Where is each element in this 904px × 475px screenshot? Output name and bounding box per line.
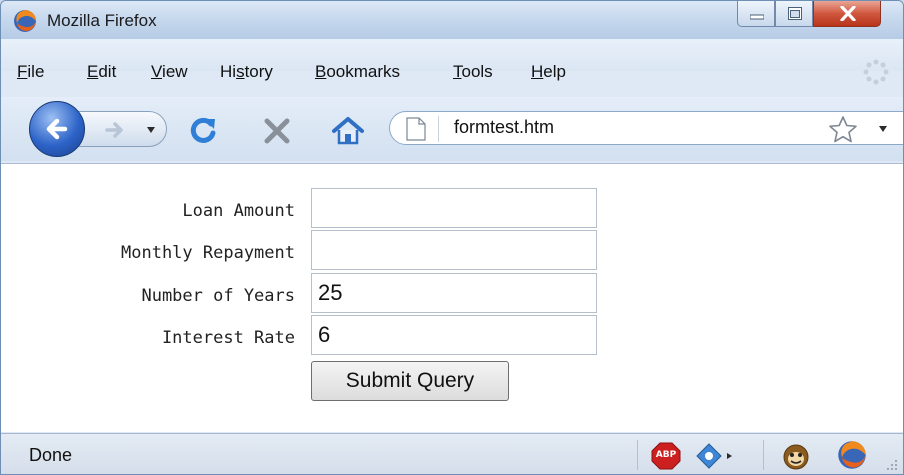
reload-icon[interactable] <box>187 115 219 147</box>
loan-amount-input[interactable] <box>311 188 597 228</box>
menu-bar <box>1 39 903 71</box>
menu-bookmarks-accel: B <box>315 62 327 81</box>
title-bar: Mozilla Firefox <box>1 1 903 39</box>
menu-help-label: elp <box>543 62 566 81</box>
navigation-toolbar: formtest.htm <box>1 97 903 161</box>
firefox-status-icon[interactable] <box>837 440 867 470</box>
submit-query-button[interactable]: Submit Query <box>311 361 509 401</box>
loan-amount-label: Loan Amount <box>182 201 295 221</box>
years-input[interactable] <box>311 273 597 313</box>
close-icon <box>840 6 856 21</box>
monthly-repayment-input[interactable] <box>311 230 597 270</box>
close-button[interactable] <box>813 1 881 27</box>
monthly-repayment-label: Monthly Repayment <box>121 243 295 263</box>
menu-help[interactable]: Help <box>531 62 566 82</box>
url-dropdown-icon[interactable] <box>878 125 888 133</box>
stop-icon[interactable] <box>261 115 293 147</box>
back-button[interactable] <box>29 101 85 157</box>
forward-arrow-icon <box>105 122 123 138</box>
history-dropdown-icon[interactable] <box>146 126 156 134</box>
bookmark-star-icon[interactable] <box>828 115 858 143</box>
menu-history-prefix: Hi <box>220 62 237 81</box>
status-separator <box>637 440 638 470</box>
menu-file-label: ile <box>27 62 45 81</box>
menu-history[interactable]: History <box>220 62 273 82</box>
back-arrow-icon <box>46 118 68 140</box>
menu-edit-accel: E <box>87 62 99 81</box>
flash-icon[interactable] <box>695 442 735 470</box>
url-text[interactable]: formtest.htm <box>454 117 554 138</box>
page-content: Loan Amount Monthly Repayment Number of … <box>1 163 903 432</box>
maximize-button[interactable] <box>775 1 813 27</box>
minimize-button[interactable] <box>737 1 775 27</box>
interest-rate-input[interactable] <box>311 315 597 355</box>
menu-tools-label: ools <box>461 62 493 81</box>
throbber-icon <box>863 59 889 85</box>
menu-file[interactable]: File <box>17 62 44 82</box>
menu-bookmarks[interactable]: Bookmarks <box>315 62 400 82</box>
browser-window: Mozilla Firefox File Edit View History B… <box>0 0 904 475</box>
menu-bookmarks-label: ookmarks <box>326 62 401 81</box>
menu-view[interactable]: View <box>151 62 188 82</box>
status-text: Done <box>29 445 73 465</box>
menu-view-accel: V <box>151 62 163 81</box>
resize-grip-icon[interactable] <box>885 458 899 472</box>
menu-tools-accel: T <box>453 62 462 81</box>
menu-edit[interactable]: Edit <box>87 62 116 82</box>
menu-edit-label: dit <box>98 62 117 81</box>
home-icon[interactable] <box>331 115 365 147</box>
menu-view-label: iew <box>162 62 188 81</box>
menu-tools[interactable]: Tools <box>453 62 493 82</box>
url-bar[interactable]: formtest.htm <box>389 111 903 145</box>
window-title: Mozilla Firefox <box>47 11 157 30</box>
menu-file-accel: F <box>17 62 28 81</box>
forward-button[interactable] <box>75 111 167 147</box>
menu-history-label: tory <box>244 62 273 81</box>
status-separator <box>763 440 764 470</box>
minimize-icon <box>750 14 764 20</box>
firefox-logo-icon <box>14 10 36 32</box>
interest-rate-label: Interest Rate <box>161 328 295 348</box>
menu-history-accel: s <box>236 62 245 81</box>
greasemonkey-icon[interactable] <box>781 442 811 470</box>
menu-help-accel: H <box>531 62 544 81</box>
adblock-label: ABP <box>655 450 677 460</box>
status-bar: Done ABP <box>1 433 903 474</box>
page-icon <box>406 117 426 141</box>
page-icon-divider <box>438 116 439 142</box>
years-label: Number of Years <box>141 286 295 306</box>
maximize-icon <box>788 7 802 20</box>
